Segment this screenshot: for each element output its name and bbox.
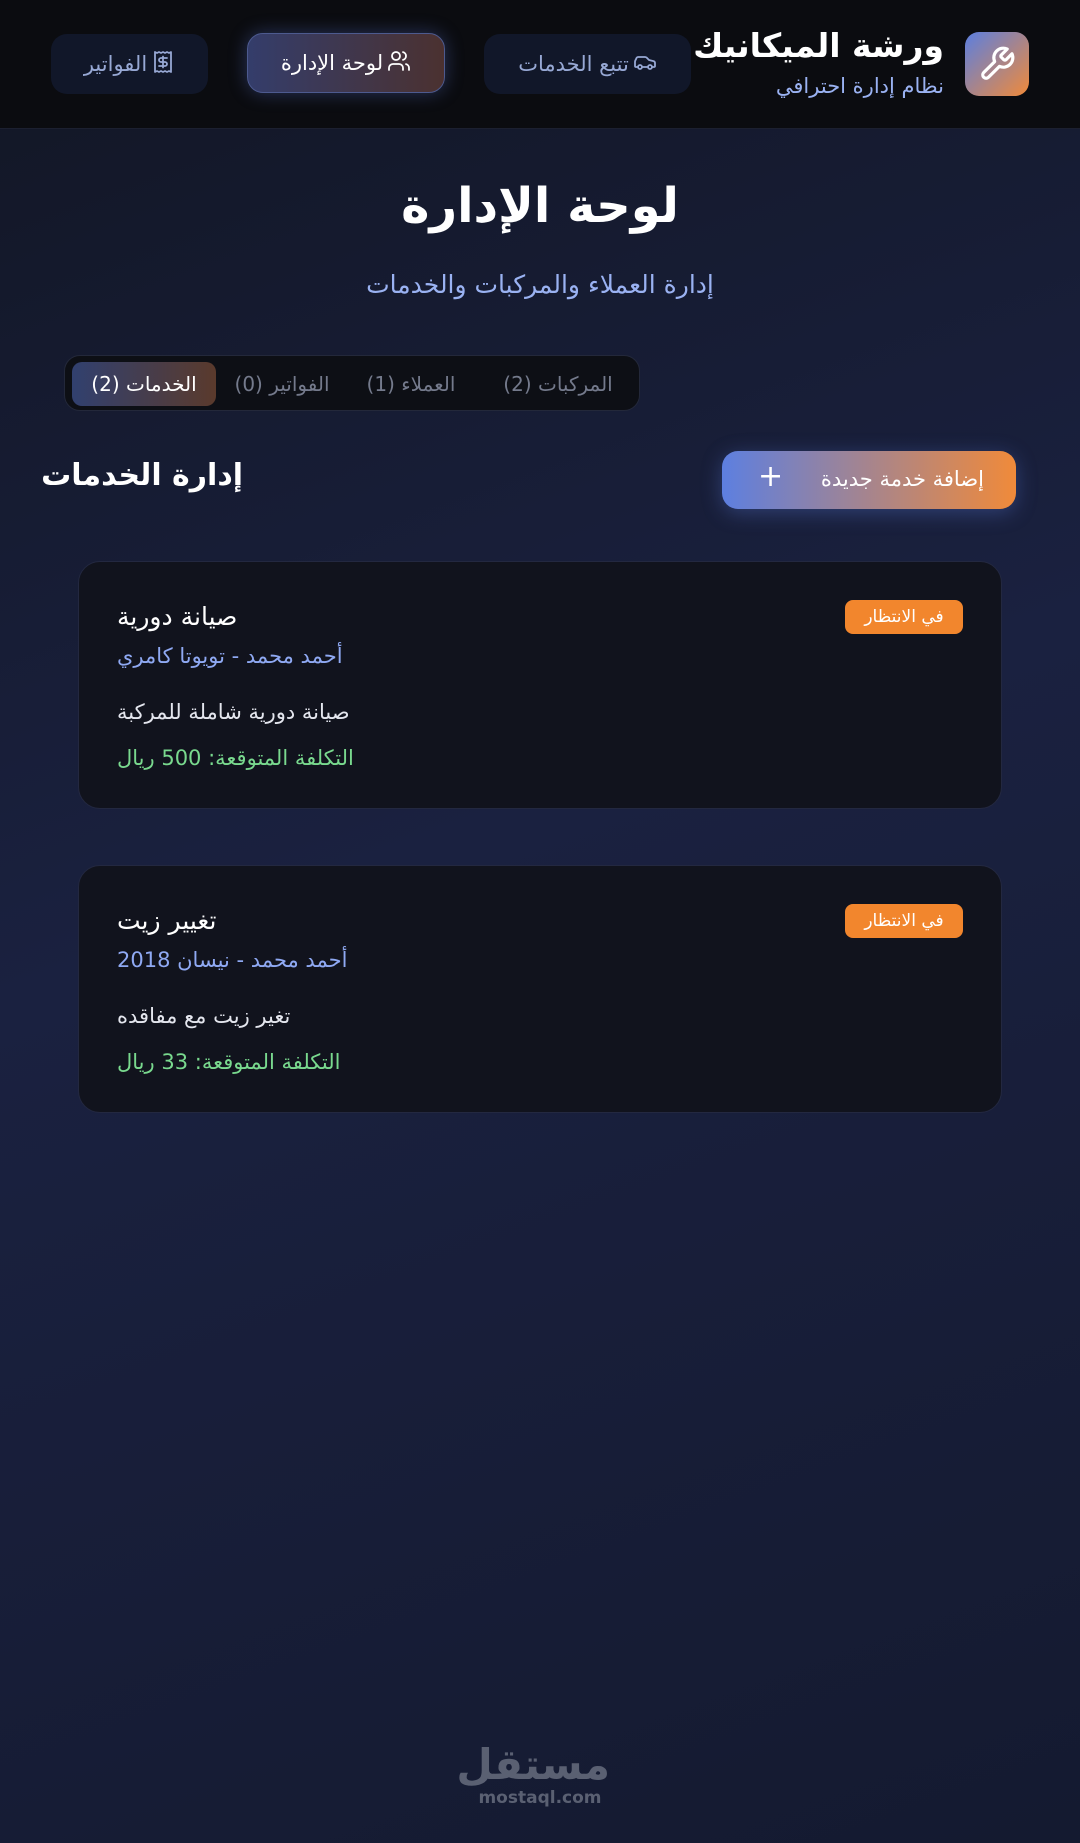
add-service-button-label: إضافة خدمة جديدة	[820, 467, 984, 491]
service-client-vehicle: أحمد محمد - نيسان 2018	[117, 948, 348, 972]
status-badge: في الانتظار	[845, 904, 963, 938]
nav-service-tracking-label: تتبع الخدمات	[518, 52, 629, 76]
service-card[interactable]: في الانتظار صيانة دورية أحمد محمد - تويو…	[78, 561, 1002, 809]
section-title: إدارة الخدمات	[41, 458, 243, 493]
brand-title: ورشة الميكانيك	[693, 26, 944, 65]
top-navbar: ورشة الميكانيك نظام إدارة احترافي تتبع ا…	[0, 0, 1080, 129]
tab-invoices[interactable]: الفواتير (0)	[227, 362, 337, 406]
admin-tabs: المركبات (2) العملاء (1) الفواتير (0) ال…	[64, 355, 640, 411]
service-cost: التكلفة المتوقعة: 500 ريال	[117, 746, 354, 770]
service-card[interactable]: في الانتظار تغيير زيت أحمد محمد - نيسان …	[78, 865, 1002, 1113]
service-client-vehicle: أحمد محمد - تويوتا كامري	[117, 644, 343, 668]
car-icon	[633, 50, 657, 79]
service-title: تغيير زيت	[117, 906, 217, 935]
nav-admin-dashboard-label: لوحة الإدارة	[280, 51, 384, 75]
page-title: لوحة الإدارة	[401, 178, 679, 234]
add-service-button[interactable]: إضافة خدمة جديدة +	[722, 451, 1016, 509]
service-description: تغير زيت مع مفاقده	[117, 1004, 291, 1028]
wrench-icon[interactable]	[965, 32, 1029, 96]
nav-invoices-label: الفواتير	[83, 52, 148, 76]
brand-subtitle: نظام إدارة احترافي	[775, 74, 944, 98]
status-badge: في الانتظار	[845, 600, 963, 634]
service-title: صيانة دورية	[117, 602, 238, 631]
watermark-arabic: مستقل	[456, 1740, 610, 1789]
plus-icon: +	[758, 459, 784, 494]
nav-admin-dashboard[interactable]: لوحة الإدارة	[247, 33, 445, 93]
users-icon	[387, 49, 411, 78]
mostaql-watermark: مستقل mostaql.com	[456, 1740, 610, 1809]
nav-invoices[interactable]: الفواتير	[51, 34, 208, 94]
page-subtitle: إدارة العملاء والمركبات والخدمات	[366, 270, 714, 299]
service-description: صيانة دورية شاملة للمركبة	[117, 700, 350, 724]
watermark-url: mostaql.com	[478, 1788, 602, 1808]
receipt-icon	[151, 50, 175, 79]
tab-services[interactable]: الخدمات (2)	[72, 362, 216, 406]
tab-vehicles[interactable]: المركبات (2)	[493, 362, 623, 406]
nav-service-tracking[interactable]: تتبع الخدمات	[484, 34, 691, 94]
service-cost: التكلفة المتوقعة: 33 ريال	[117, 1050, 341, 1074]
tab-clients[interactable]: العملاء (1)	[356, 362, 466, 406]
